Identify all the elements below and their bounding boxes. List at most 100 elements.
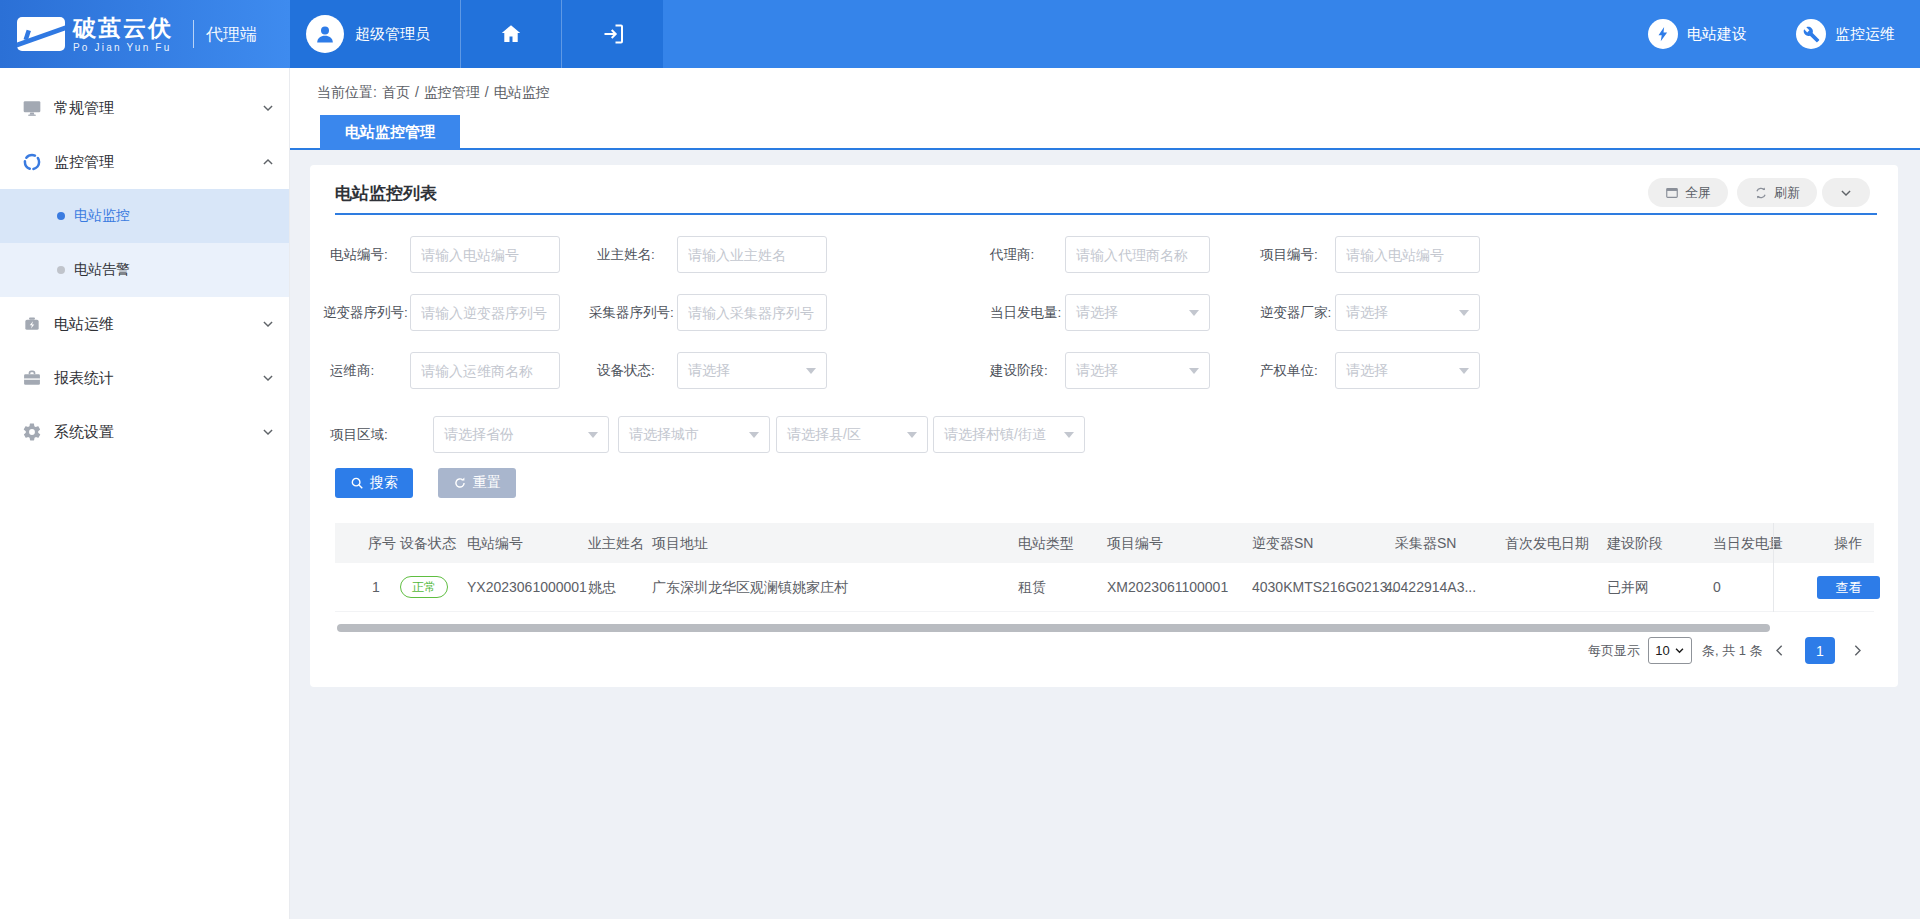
select-placeholder: 请选择 xyxy=(1346,362,1388,380)
sidebar-item-label: 电站运维 xyxy=(54,315,261,334)
sidebar-item-label: 报表统计 xyxy=(54,369,261,388)
cell-daily-energy: 0 xyxy=(1713,563,1721,612)
sidebar-item-settings[interactable]: 系统设置 xyxy=(0,405,289,459)
device-status-select[interactable]: 请选择 xyxy=(677,352,827,389)
top-bar: 破茧云伏 Po Jian Yun Fu 代理端 超级管理员 xyxy=(0,0,1920,68)
sidebar-item-monitoring[interactable]: 监控管理 xyxy=(0,135,289,189)
build-stage-select[interactable]: 请选择 xyxy=(1065,352,1210,389)
sidebar-item-reports[interactable]: 报表统计 xyxy=(0,351,289,405)
town-select[interactable]: 请选择村镇/街道 xyxy=(933,416,1085,453)
search-button[interactable]: 搜索 xyxy=(335,468,413,498)
station-build-button[interactable]: 电站建设 xyxy=(1648,0,1747,68)
breadcrumb: 当前位置: 首页 / 监控管理 / 电站监控 xyxy=(317,84,550,102)
chevron-down-icon xyxy=(261,371,275,385)
sidebar-item-label: 监控管理 xyxy=(54,153,261,172)
breadcrumb-separator: / xyxy=(485,84,489,102)
col-owner: 业主姓名 xyxy=(588,523,644,563)
sidebar-item-label: 系统设置 xyxy=(54,423,261,442)
chevron-down-icon xyxy=(261,425,275,439)
col-inverter-sn: 逆变器SN xyxy=(1252,523,1313,563)
city-select[interactable]: 请选择城市 xyxy=(618,416,770,453)
sidebar-item-general[interactable]: 常规管理 xyxy=(0,81,289,135)
logout-button[interactable] xyxy=(561,0,663,68)
agent-input[interactable] xyxy=(1065,236,1210,273)
ops-vendor-input[interactable] xyxy=(410,352,560,389)
sidebar: 常规管理 监控管理 电站监控 电站告警 电站运维 报表统计 xyxy=(0,68,290,919)
user-profile[interactable]: 超级管理员 xyxy=(290,0,460,68)
per-page-label: 每页显示 xyxy=(1588,637,1640,664)
sidebar-item-station-ops[interactable]: 电站运维 xyxy=(0,297,289,351)
daily-energy-select[interactable]: 请选择 xyxy=(1065,294,1210,331)
chevron-down-icon xyxy=(261,317,275,331)
inverter-sn-input[interactable] xyxy=(410,294,560,331)
filter-label-collector-sn: 采集器序列号: xyxy=(589,294,674,331)
county-select[interactable]: 请选择县/区 xyxy=(776,416,928,453)
collector-sn-input[interactable] xyxy=(677,294,827,331)
filter-label-device-status: 设备状态: xyxy=(597,352,655,389)
battery-icon xyxy=(22,314,42,334)
filter-label-project-no: 项目编号: xyxy=(1260,236,1318,273)
col-project-no: 项目编号 xyxy=(1107,523,1163,563)
network-icon xyxy=(22,152,42,172)
cell-project-no: XM2023061100001 xyxy=(1107,563,1228,612)
select-placeholder: 请选择省份 xyxy=(444,426,514,444)
prev-page-icon[interactable] xyxy=(1772,643,1787,658)
home-button[interactable] xyxy=(460,0,562,68)
next-page-icon[interactable] xyxy=(1850,643,1865,658)
user-block: 超级管理员 xyxy=(290,0,663,68)
refresh-button[interactable]: 刷新 xyxy=(1737,178,1817,207)
breadcrumb-separator: / xyxy=(415,84,419,102)
col-action: 操作 xyxy=(1798,523,1899,563)
col-address: 项目地址 xyxy=(652,523,708,563)
portal-divider: 代理端 xyxy=(193,20,257,48)
caret-down-icon xyxy=(1674,645,1685,656)
sidebar-item-label: 常规管理 xyxy=(54,99,261,118)
per-page-select[interactable]: 10 xyxy=(1648,637,1692,664)
sidebar-item-station-alarm[interactable]: 电站告警 xyxy=(0,243,289,297)
logout-icon xyxy=(601,22,625,46)
collapse-button[interactable] xyxy=(1822,178,1870,207)
avatar xyxy=(306,15,344,53)
province-select[interactable]: 请选择省份 xyxy=(433,416,609,453)
user-name: 超级管理员 xyxy=(355,25,430,44)
search-label: 搜索 xyxy=(370,474,398,492)
title-underline xyxy=(335,213,1877,215)
caret-down-icon xyxy=(1189,310,1199,316)
project-no-input[interactable] xyxy=(1335,236,1480,273)
page-number[interactable]: 1 xyxy=(1805,637,1835,664)
filter-label-daily-energy: 当日发电量: xyxy=(990,294,1061,331)
inverter-vendor-select[interactable]: 请选择 xyxy=(1335,294,1480,331)
select-placeholder: 请选择 xyxy=(688,362,730,380)
tab-station-monitor-mgmt[interactable]: 电站监控管理 xyxy=(320,115,460,150)
station-no-input[interactable] xyxy=(410,236,560,273)
per-page-value: 10 xyxy=(1655,643,1669,658)
fullscreen-label: 全屏 xyxy=(1685,184,1711,202)
briefcase-icon xyxy=(22,368,42,388)
col-collector-sn: 采集器SN xyxy=(1395,523,1456,563)
select-placeholder: 请选择村镇/街道 xyxy=(944,426,1046,444)
col-station-no: 电站编号 xyxy=(467,523,523,563)
breadcrumb-home[interactable]: 首页 xyxy=(382,84,410,102)
station-monitor-card: 电站监控列表 全屏 刷新 电站编号: 业主姓名: 代理商: xyxy=(310,165,1898,687)
col-build-stage: 建设阶段 xyxy=(1607,523,1663,563)
fullscreen-icon xyxy=(1665,186,1679,200)
select-placeholder: 请选择县/区 xyxy=(787,426,861,444)
property-unit-select[interactable]: 请选择 xyxy=(1335,352,1480,389)
action-column-divider xyxy=(1773,523,1774,612)
breadcrumb-monitoring[interactable]: 监控管理 xyxy=(424,84,480,102)
sidebar-item-station-monitor[interactable]: 电站监控 xyxy=(0,189,289,243)
owner-name-input[interactable] xyxy=(677,236,827,273)
fullscreen-button[interactable]: 全屏 xyxy=(1648,178,1728,207)
table-header: 序号 设备状态 电站编号 业主姓名 项目地址 电站类型 项目编号 逆变器SN 采… xyxy=(335,523,1874,563)
search-icon xyxy=(350,476,364,490)
reset-button[interactable]: 重置 xyxy=(438,468,516,498)
reset-label: 重置 xyxy=(473,474,501,492)
brand-name: 破茧云伏 xyxy=(73,16,173,41)
horizontal-scrollbar[interactable] xyxy=(337,624,1770,632)
card-title: 电站监控列表 xyxy=(335,182,437,205)
cell-owner: 姚忠 xyxy=(588,563,616,612)
cell-type: 租赁 xyxy=(1018,563,1046,612)
monitor-ops-button[interactable]: 监控运维 xyxy=(1796,0,1895,68)
view-button[interactable]: 查看 xyxy=(1817,576,1880,599)
caret-down-icon xyxy=(1459,368,1469,374)
